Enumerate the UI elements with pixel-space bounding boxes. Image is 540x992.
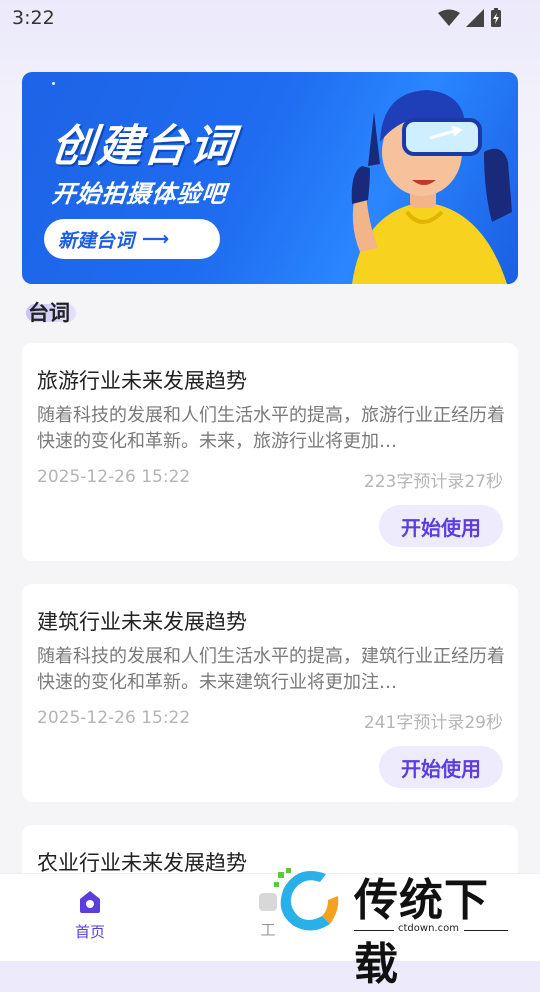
status-bar: 3:22 bbox=[0, 0, 540, 38]
watermark-domain: ctdown.com bbox=[398, 923, 459, 934]
nav-item-home[interactable]: 首页 bbox=[60, 889, 120, 942]
create-script-banner[interactable]: 创建台词 开始拍摄体验吧 新建台词 ⟶ bbox=[22, 72, 518, 284]
start-use-button[interactable]: 开始使用 bbox=[379, 505, 503, 547]
script-length-meta: 223字预计录27秒 bbox=[363, 472, 503, 492]
signal-icon bbox=[466, 9, 484, 27]
new-script-button[interactable]: 新建台词 ⟶ bbox=[44, 219, 220, 259]
script-date: 2025-12-26 15:22 bbox=[37, 708, 191, 728]
status-time: 3:22 bbox=[12, 7, 55, 29]
home-icon bbox=[80, 891, 100, 913]
section-title: 台词 bbox=[28, 301, 70, 325]
script-title: 建筑行业未来发展趋势 bbox=[37, 610, 247, 634]
script-excerpt: 随着科技的发展和人们生活水平的提高，旅游行业正经历着快速的变化和革新。未来，旅游… bbox=[37, 405, 505, 452]
nav-home-label: 首页 bbox=[74, 923, 105, 941]
battery-icon bbox=[491, 8, 501, 27]
watermark-divider bbox=[354, 930, 394, 931]
script-card[interactable]: 建筑行业未来发展趋势 随着科技的发展和人们生活水平的提高，建筑行业正经历着快速的… bbox=[22, 584, 518, 802]
wifi-icon bbox=[438, 9, 460, 26]
new-script-label: 新建台词 bbox=[58, 229, 135, 252]
banner-title: 创建台词 bbox=[48, 121, 239, 172]
start-use-button[interactable]: 开始使用 bbox=[379, 746, 503, 788]
script-length-meta: 241字预计录29秒 bbox=[363, 713, 503, 733]
watermark-logo bbox=[274, 868, 339, 931]
status-icons bbox=[438, 8, 502, 28]
script-date: 2025-12-26 15:22 bbox=[37, 467, 191, 487]
arrow-right-icon: ⟶ bbox=[142, 228, 170, 250]
vr-person-illustration bbox=[351, 90, 512, 284]
decorative-dot bbox=[52, 82, 55, 85]
script-excerpt: 随着科技的发展和人们生活水平的提高，建筑行业正经历着快速的变化和革新。未来建筑行… bbox=[37, 646, 505, 693]
script-title: 旅游行业未来发展趋势 bbox=[37, 369, 247, 393]
watermark: 传统下载 ctdown.com bbox=[268, 860, 518, 990]
watermark-divider bbox=[464, 930, 508, 931]
script-card[interactable]: 旅游行业未来发展趋势 随着科技的发展和人们生活水平的提高，旅游行业正经历着快速的… bbox=[22, 343, 518, 561]
banner-subtitle: 开始拍摄体验吧 bbox=[50, 180, 229, 208]
